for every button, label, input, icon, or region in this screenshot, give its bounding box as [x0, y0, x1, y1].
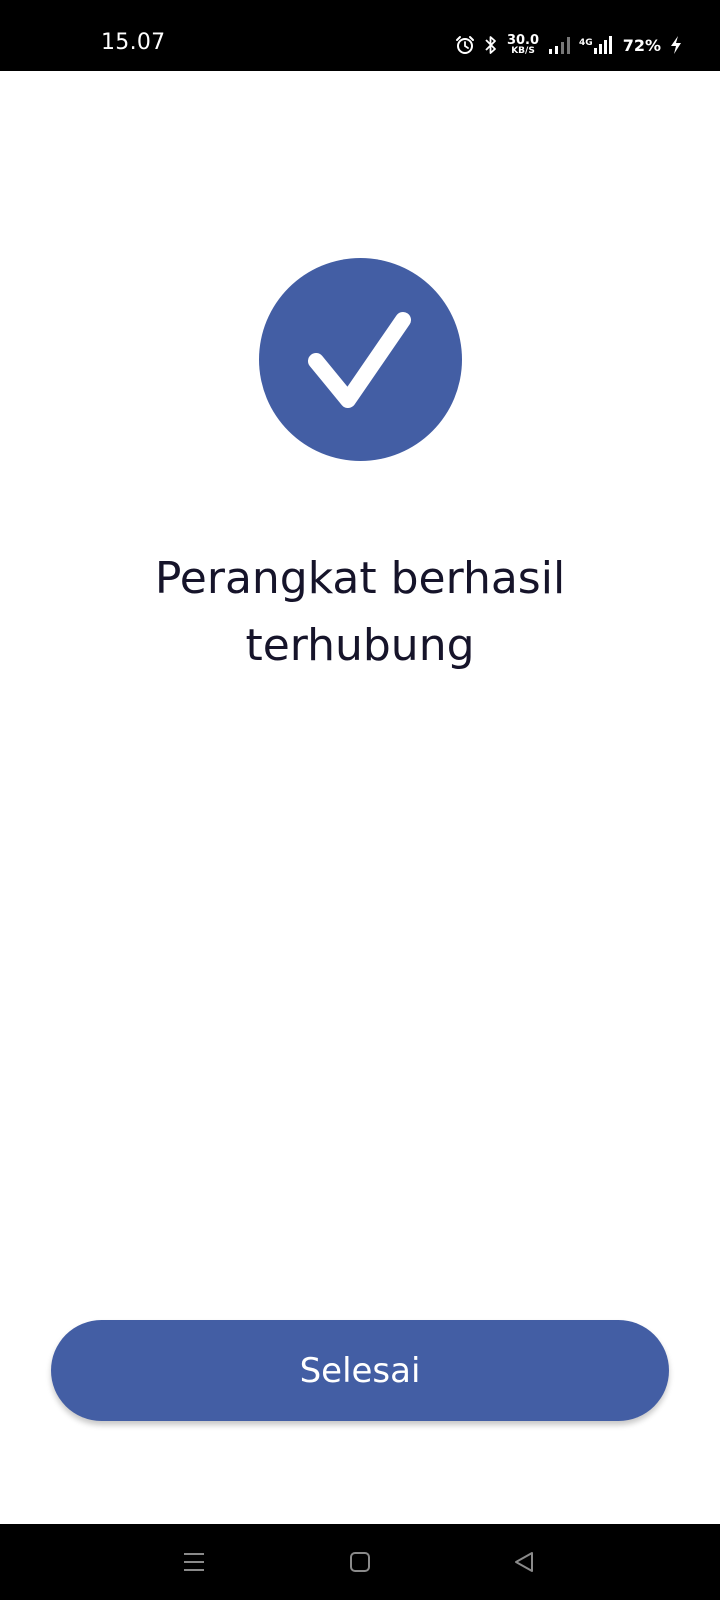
- network-type: 4G: [579, 38, 593, 48]
- screen: 15.07 30.0 KB/S 4G 72% Perangkat berhasi…: [0, 0, 720, 1600]
- network-speed: 30.0 KB/S: [507, 34, 539, 56]
- done-button-label: Selesai: [299, 1350, 421, 1391]
- charging-icon: [670, 36, 682, 54]
- done-button[interactable]: Selesai: [51, 1320, 669, 1421]
- success-badge: [259, 258, 462, 461]
- home-button[interactable]: [342, 1544, 378, 1580]
- battery-percent: 72%: [622, 35, 661, 55]
- back-icon: [515, 1552, 533, 1572]
- status-time: 15.07: [101, 30, 166, 55]
- back-button[interactable]: [506, 1544, 542, 1580]
- checkmark-icon: [308, 312, 411, 408]
- bluetooth-icon: [484, 35, 498, 55]
- status-icons: 30.0 KB/S 4G 72%: [455, 30, 682, 60]
- recent-apps-button[interactable]: [176, 1544, 212, 1580]
- signal-sim2-icon: 4G: [579, 36, 614, 54]
- alarm-icon: [455, 35, 475, 55]
- success-message: Perangkat berhasil terhubung: [154, 553, 566, 671]
- home-icon: [350, 1552, 370, 1572]
- navigation-bar: [0, 1524, 720, 1600]
- menu-icon: [184, 1553, 204, 1571]
- network-speed-unit: KB/S: [511, 46, 535, 56]
- status-bar: 15.07 30.0 KB/S 4G 72%: [0, 0, 720, 71]
- signal-sim1-icon: [548, 36, 571, 54]
